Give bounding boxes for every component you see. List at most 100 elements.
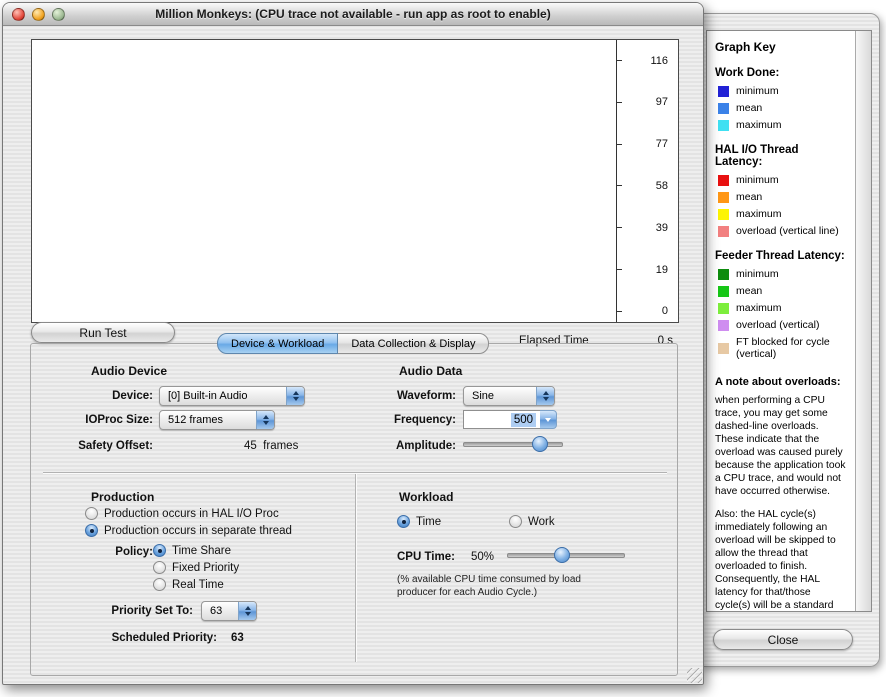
hal-mean-swatch-icon xyxy=(718,192,729,203)
frequency-label: Frequency: xyxy=(348,414,456,426)
feeder-overload-swatch-icon xyxy=(718,320,729,331)
audio-device-group-title: Audio Device xyxy=(91,364,167,378)
popup-arrows-icon xyxy=(536,387,554,405)
y-tick: 97 xyxy=(617,96,678,109)
zoom-window-button[interactable] xyxy=(52,8,65,21)
radio-selected-icon xyxy=(153,544,166,557)
window-resize-grip[interactable] xyxy=(687,668,702,683)
legend-item: FT blocked for cycle (vertical) xyxy=(718,336,847,360)
legend-item: mean xyxy=(718,102,847,114)
overloads-note-2: Also: the HAL cycle(s) immediately follo… xyxy=(715,508,847,612)
radio-icon xyxy=(85,507,98,520)
amplitude-slider-thumb[interactable] xyxy=(532,436,548,452)
hal-latency-title: HAL I/O Thread Latency: xyxy=(715,144,847,168)
cpu-time-value: 50% xyxy=(471,551,494,563)
legend-item: minimum xyxy=(718,85,847,97)
tab-data-collection-display[interactable]: Data Collection & Display xyxy=(337,333,489,354)
radio-production-hal[interactable]: Production occurs in HAL I/O Proc xyxy=(85,507,279,520)
ioproc-size-popup[interactable]: 512 frames xyxy=(159,410,275,430)
radio-selected-icon xyxy=(85,524,98,537)
graph-key-title: Graph Key xyxy=(715,40,847,54)
titlebar[interactable]: Million Monkeys: (CPU trace not availabl… xyxy=(3,3,703,26)
hal-min-swatch-icon xyxy=(718,175,729,186)
cpu-time-note: (% available CPU time consumed by load p… xyxy=(397,574,609,599)
y-tick: 19 xyxy=(617,263,678,276)
minimize-window-button[interactable] xyxy=(32,8,45,21)
radio-workload-time[interactable]: Time xyxy=(397,515,441,528)
radio-icon xyxy=(509,515,522,528)
amplitude-label: Amplitude: xyxy=(348,440,456,452)
window-controls xyxy=(12,8,65,21)
safety-offset-label: Safety Offset: xyxy=(47,440,153,452)
cpu-time-label: CPU Time: xyxy=(397,551,463,563)
ioproc-size-label: IOProc Size: xyxy=(47,414,153,426)
legend-item: maximum xyxy=(718,119,847,131)
legend-item: mean xyxy=(718,191,847,203)
y-tick: 58 xyxy=(617,179,678,192)
graph-y-axis: 116 97 77 58 39 19 0 xyxy=(616,40,678,322)
radio-selected-icon xyxy=(397,515,410,528)
close-button[interactable]: Close xyxy=(713,629,853,650)
window-title: Million Monkeys: (CPU trace not availabl… xyxy=(3,7,703,21)
popup-arrows-icon xyxy=(238,602,256,620)
tab-device-workload[interactable]: Device & Workload xyxy=(217,333,338,354)
feeder-mean-swatch-icon xyxy=(718,286,729,297)
frequency-selected-text: 500 xyxy=(511,413,536,427)
graph-key-panel: Graph Key Work Done: minimum mean maximu… xyxy=(706,30,872,612)
priority-popup[interactable]: 63 xyxy=(201,601,257,621)
device-workload-pane: Audio Device Device: [0] Built-in Audio … xyxy=(30,343,678,676)
radio-production-thread[interactable]: Production occurs in separate thread xyxy=(85,524,292,537)
feeder-blocked-swatch-icon xyxy=(718,343,729,354)
work-done-title: Work Done: xyxy=(715,67,847,79)
scheduled-priority-value: 63 xyxy=(231,632,244,644)
device-label: Device: xyxy=(47,390,153,402)
desktop: Graph Key Work Done: minimum mean maximu… xyxy=(0,0,886,697)
vertical-separator xyxy=(355,474,357,662)
radio-icon xyxy=(153,578,166,591)
legend-item: overload (vertical line) xyxy=(718,225,847,237)
priority-set-to-label: Priority Set To: xyxy=(67,605,193,617)
safety-offset-value: 45 frames xyxy=(244,440,298,452)
legend-item: mean xyxy=(718,285,847,297)
radio-workload-work[interactable]: Work xyxy=(509,515,555,528)
y-tick: 39 xyxy=(617,221,678,234)
close-window-button[interactable] xyxy=(12,8,25,21)
cpu-time-slider[interactable] xyxy=(507,546,625,562)
legend-item: minimum xyxy=(718,174,847,186)
feeder-min-swatch-icon xyxy=(718,269,729,280)
waveform-label: Waveform: xyxy=(348,390,456,402)
policy-label: Policy: xyxy=(73,546,153,558)
radio-policy-time-share[interactable]: Time Share xyxy=(153,544,231,557)
work-done-min-swatch-icon xyxy=(718,86,729,97)
waveform-popup[interactable]: Sine xyxy=(463,386,555,406)
overloads-note-title: A note about overloads: xyxy=(715,376,847,388)
run-test-button[interactable]: Run Test xyxy=(31,322,175,343)
device-popup[interactable]: [0] Built-in Audio xyxy=(159,386,305,406)
amplitude-slider[interactable] xyxy=(463,435,563,451)
frequency-combo-button[interactable] xyxy=(540,410,557,429)
feeder-max-swatch-icon xyxy=(718,303,729,314)
legend-item: maximum xyxy=(718,208,847,220)
legend-item: overload (vertical) xyxy=(718,319,847,331)
production-group-title: Production xyxy=(91,490,154,504)
work-done-mean-swatch-icon xyxy=(718,103,729,114)
graph-plot-area: 116 97 77 58 39 19 0 xyxy=(31,39,679,323)
hal-max-swatch-icon xyxy=(718,209,729,220)
y-tick: 0 xyxy=(617,305,678,318)
scheduled-priority-label: Scheduled Priority: xyxy=(67,632,217,644)
radio-policy-fixed-priority[interactable]: Fixed Priority xyxy=(153,561,239,574)
legend-item: maximum xyxy=(718,302,847,314)
graph-key-scrollbar[interactable] xyxy=(855,31,871,611)
overloads-note-1: when performing a CPU trace, you may get… xyxy=(715,394,847,498)
workload-group-title: Workload xyxy=(399,490,453,504)
radio-policy-real-time[interactable]: Real Time xyxy=(153,578,224,591)
hal-overload-swatch-icon xyxy=(718,226,729,237)
feeder-latency-title: Feeder Thread Latency: xyxy=(715,250,847,262)
work-done-max-swatch-icon xyxy=(718,120,729,131)
graph-key-drawer: Graph Key Work Done: minimum mean maximu… xyxy=(700,13,880,667)
cpu-time-slider-thumb[interactable] xyxy=(554,547,570,563)
tab-bar: Device & Workload Data Collection & Disp… xyxy=(217,333,489,354)
frequency-input[interactable]: 500 xyxy=(463,410,541,429)
graph-key-content: Graph Key Work Done: minimum mean maximu… xyxy=(707,31,871,612)
amplitude-slider-track[interactable] xyxy=(463,442,563,447)
